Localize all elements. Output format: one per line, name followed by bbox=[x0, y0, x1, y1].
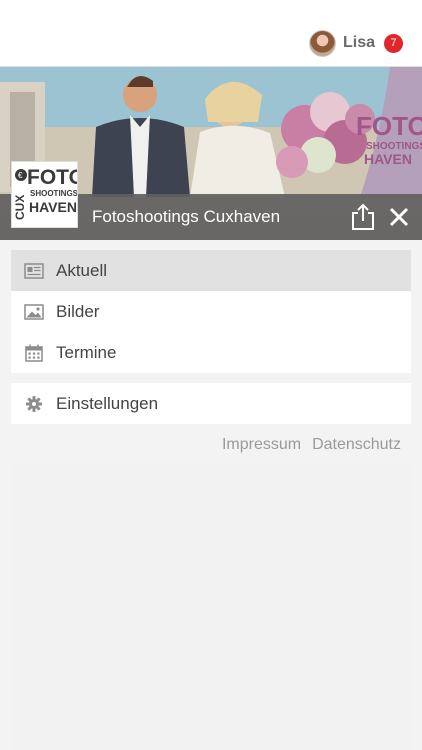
menu-item-label: Termine bbox=[56, 342, 117, 362]
share-button[interactable] bbox=[350, 203, 376, 231]
calendar-icon bbox=[24, 343, 44, 363]
user-profile[interactable]: Lisa 7 bbox=[308, 29, 403, 57]
logo-text-shootings: SHOOTINGS bbox=[30, 189, 77, 198]
logo-text-haven: HAVEN bbox=[29, 199, 77, 215]
close-icon bbox=[389, 207, 409, 227]
image-icon bbox=[24, 302, 44, 322]
main-menu: Aktuell Bilder Termine bbox=[11, 250, 411, 373]
impressum-link[interactable]: Impressum bbox=[222, 436, 301, 453]
content-area bbox=[11, 462, 411, 750]
menu-item-label: Aktuell bbox=[56, 260, 108, 280]
notification-badge[interactable]: 7 bbox=[384, 33, 403, 53]
menu-item-bilder[interactable]: Bilder bbox=[11, 291, 411, 332]
top-bar: Lisa 7 bbox=[0, 0, 422, 67]
newspaper-icon bbox=[24, 261, 44, 281]
datenschutz-link[interactable]: Datenschutz bbox=[312, 436, 401, 453]
svg-text:HAVEN: HAVEN bbox=[364, 151, 412, 167]
menu-item-label: Bilder bbox=[56, 301, 100, 321]
menu-item-termine[interactable]: Termine bbox=[11, 332, 411, 373]
gear-icon bbox=[24, 394, 44, 414]
menu-item-aktuell[interactable]: Aktuell bbox=[11, 250, 411, 291]
logo-text-cux: CUX bbox=[13, 195, 27, 220]
settings-menu: Einstellungen bbox=[11, 383, 411, 424]
footer-links: Impressum Datenschutz bbox=[222, 436, 401, 454]
svg-text:€: € bbox=[18, 171, 23, 180]
svg-text:FOTO: FOTO bbox=[356, 111, 422, 141]
menu-item-einstellungen[interactable]: Einstellungen bbox=[11, 383, 411, 424]
menu-item-label: Einstellungen bbox=[56, 393, 159, 413]
user-name[interactable]: Lisa bbox=[343, 34, 375, 52]
brand-logo-image: € FOTO SHOOTINGS HAVEN CUX bbox=[12, 162, 85, 227]
share-icon bbox=[352, 203, 374, 230]
user-avatar[interactable] bbox=[308, 29, 336, 57]
close-button[interactable] bbox=[387, 205, 411, 229]
header-banner: FOTO SHOOTINGS HAVEN Fotoshootings Cuxha… bbox=[0, 67, 422, 240]
logo-text-foto: FOTO bbox=[27, 166, 77, 189]
site-title: Fotoshootings Cuxhaven bbox=[92, 207, 281, 226]
brand-logo: € FOTO SHOOTINGS HAVEN CUX bbox=[11, 161, 85, 228]
